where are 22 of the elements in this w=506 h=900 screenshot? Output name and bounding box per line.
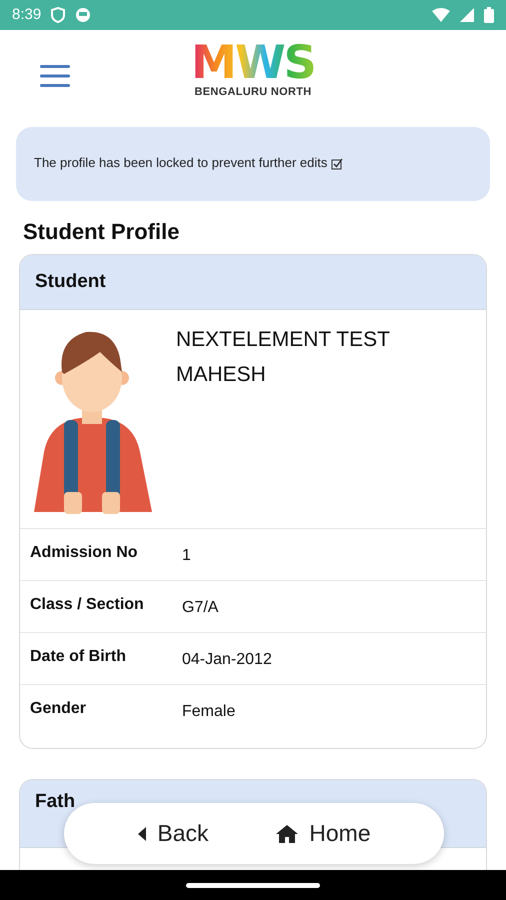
- circle-icon: [75, 7, 92, 23]
- logo-subtitle: BENGALURU NORTH: [194, 85, 312, 100]
- signal-icon: [460, 8, 474, 22]
- field-label: Class / Section: [30, 595, 145, 615]
- menu-icon[interactable]: [40, 64, 70, 88]
- field-value: 04-Jan-2012: [182, 650, 272, 670]
- field-value: Female: [182, 702, 236, 722]
- home-icon: [275, 824, 300, 844]
- status-time: 8:39: [12, 4, 42, 25]
- shield-icon: [51, 7, 66, 23]
- page-title: Student Profile: [23, 218, 180, 246]
- field-value: G7/A: [182, 598, 218, 618]
- card-header: Student: [20, 254, 486, 310]
- wifi-icon: [432, 8, 450, 22]
- field-label: Gender: [30, 699, 88, 719]
- field-label: Admission No: [30, 543, 139, 563]
- notice-text: The profile has been locked to prevent further edits: [34, 155, 328, 170]
- caret-left-icon: [137, 826, 148, 840]
- battery-icon: [484, 7, 494, 23]
- field-value: 1: [182, 546, 191, 566]
- field-label: Date of Birth: [30, 647, 127, 667]
- student-name: NEXTELEMENT TEST MAHESH: [176, 327, 391, 388]
